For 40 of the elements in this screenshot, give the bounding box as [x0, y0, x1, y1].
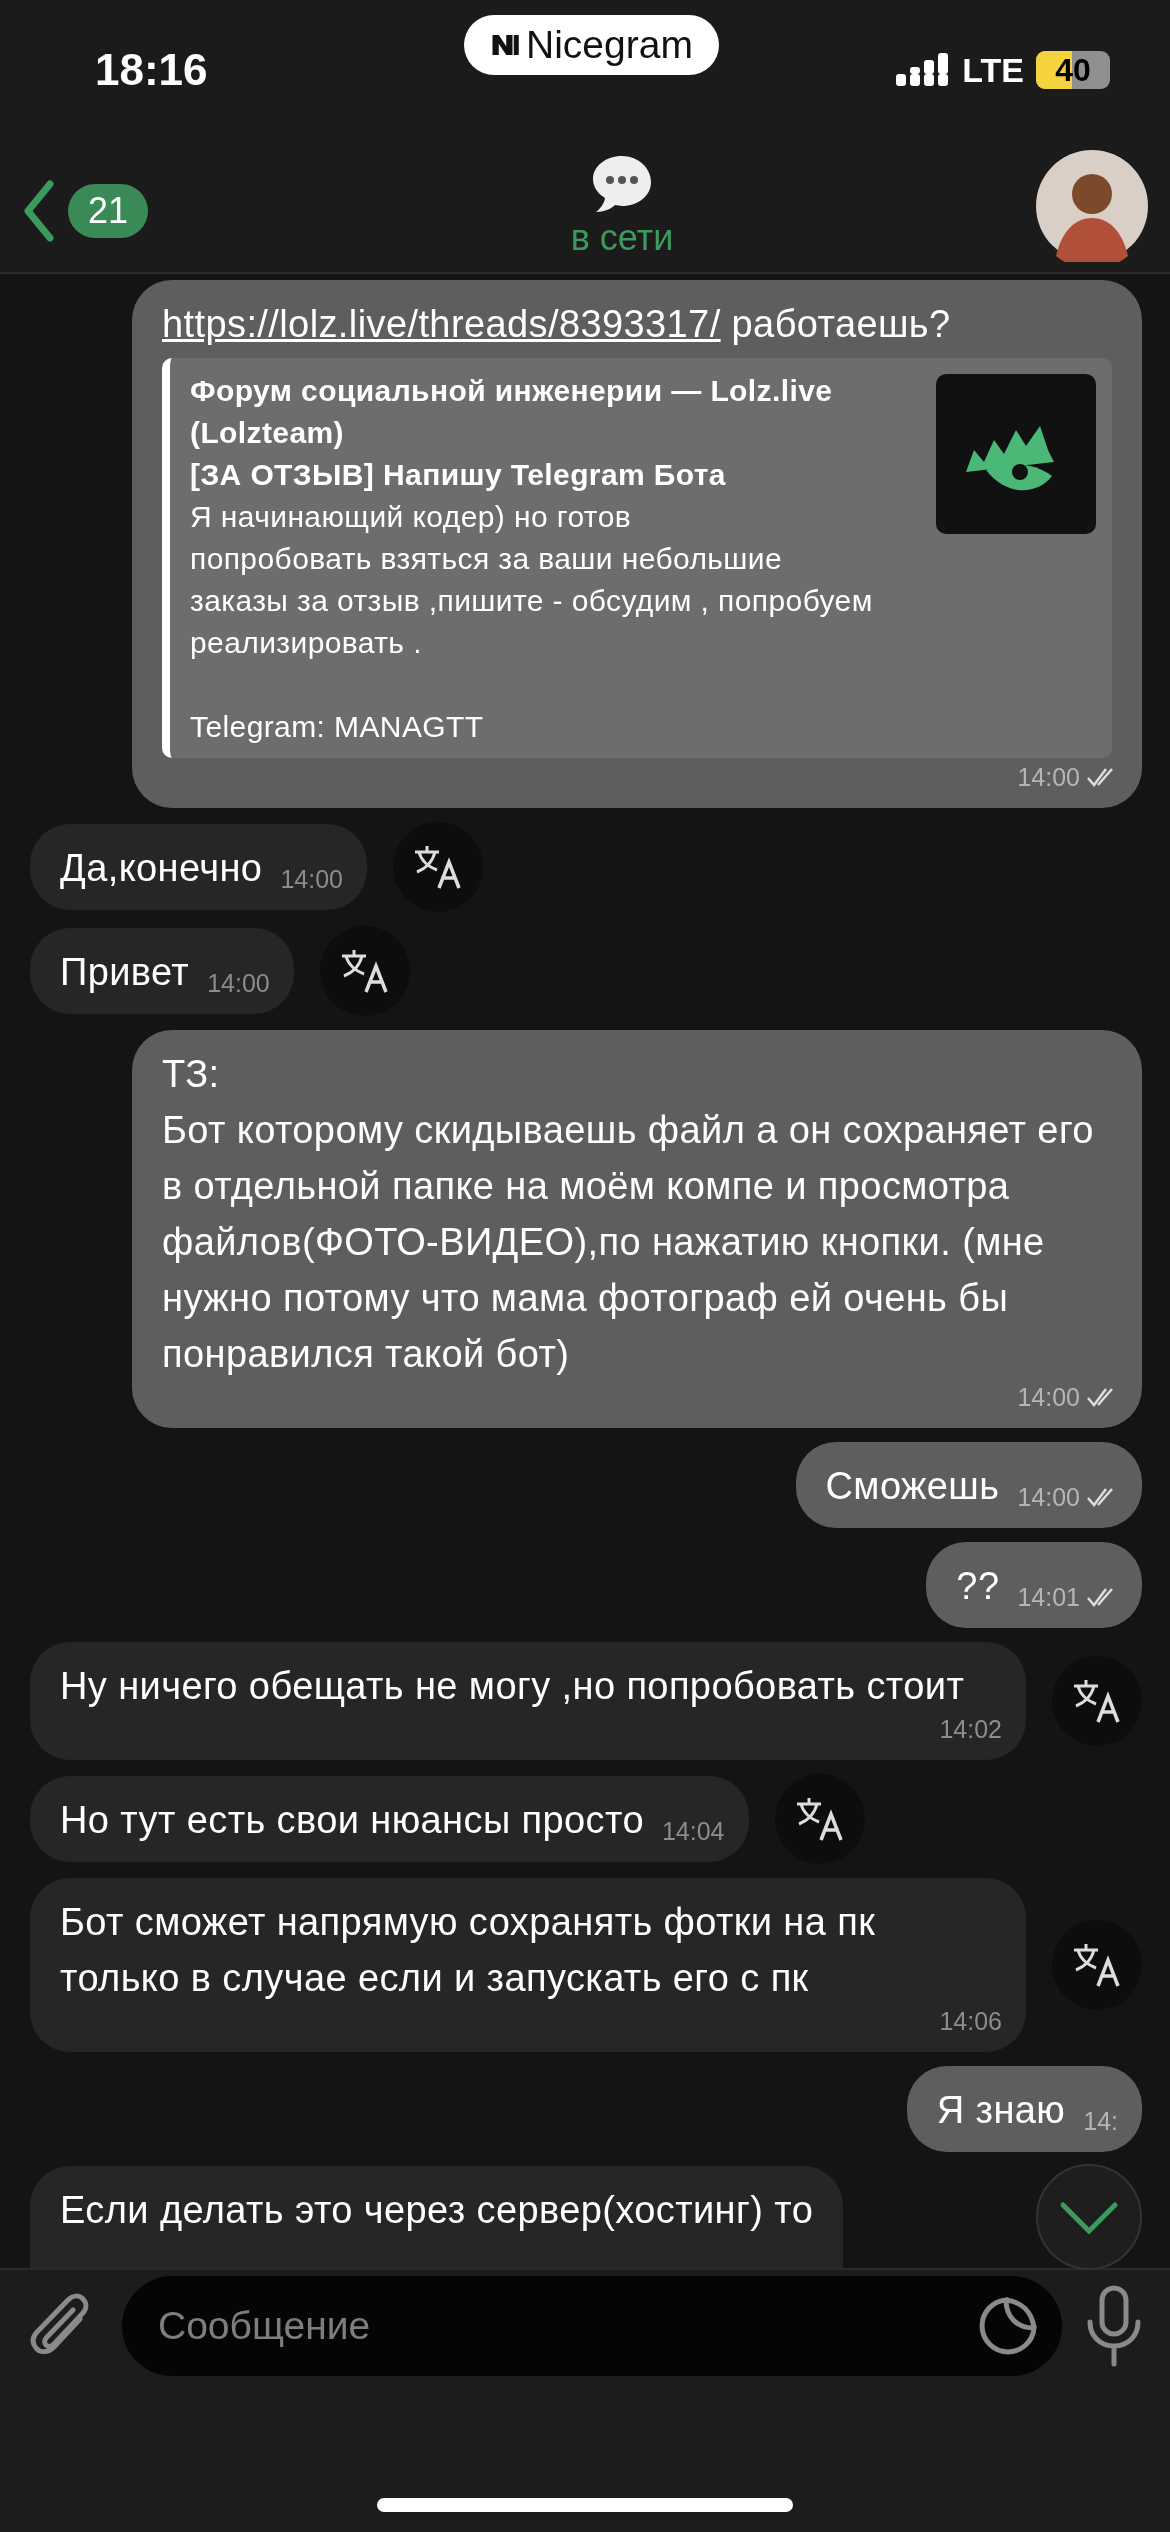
translate-icon: [412, 844, 463, 890]
message-time: 14:: [1083, 2106, 1118, 2136]
translate-icon: [1072, 1678, 1122, 1724]
translate-icon: [794, 1796, 845, 1842]
message-time: 14:00: [280, 864, 343, 894]
message-time: 14:02: [939, 1714, 1002, 1744]
translate-icon: [339, 948, 390, 994]
message-time: 14:00: [1017, 1382, 1080, 1412]
network-label: LTE: [962, 50, 1024, 90]
message-text: Привет: [60, 950, 190, 995]
message-text: Бот сможет напрямую сохранять фотки на пк только в случае если и запускать его с пк: [60, 1900, 877, 2001]
message-text: ТЗ: Бот которому скидываешь файл а он сохраняет его в отдельной папке на моём компе и просмотра файлов(ФОТО-ВИДЕО),по нажатию кнопки. (мне нужно потому что мама фотограф ей очень бы понравился такой бот): [162, 1052, 1095, 1377]
message-text: Ну ничего обещать не могу ,но попробовать стоит: [60, 1664, 965, 1709]
message-time: 14:04: [661, 1816, 725, 1846]
message-time: 14:00: [1017, 762, 1080, 792]
link-preview[interactable]: [162, 358, 1112, 758]
preview-description: Я начинающий кодер) но готов попробовать взяться за ваши небольшие заказы за отзыв ,пишите - обсудим , попробуем реализировать . Telegram: MANAGTT: [190, 499, 874, 745]
preview-site-name: Форум социальной инженерии — Lolz.live (Lolzteam): [190, 373, 834, 451]
link[interactable]: https://lolz.live/threads/8393317/: [162, 303, 721, 345]
message-text: Но тут есть свои нюансы просто: [60, 1798, 644, 1843]
message-text: Я знаю: [936, 2088, 1066, 2133]
message-time: 14:00: [207, 968, 270, 998]
chevron-down-icon: [1059, 2199, 1119, 2235]
translate-icon: [1072, 1942, 1122, 1988]
app-badge: Nicegram: [464, 15, 719, 75]
message-time: 14:01: [1017, 1582, 1080, 1612]
message-time: 14:06: [939, 2006, 1002, 2036]
message-input-field[interactable]: Сообщение: [122, 2276, 1062, 2376]
message-time: 14:00: [1017, 1482, 1080, 1512]
message-text: Сможешь: [825, 1464, 1000, 1509]
message-text: ??: [956, 1564, 1000, 1609]
message-text: Да,конечно: [60, 846, 263, 891]
avatar[interactable]: [1036, 150, 1148, 262]
signal-icon: [896, 52, 951, 88]
status-time: 18:16: [95, 45, 208, 95]
preview-title: [ЗА ОТЗЫВ] Напишу Telegram Бота: [190, 457, 727, 493]
back-chevron-icon: [22, 180, 56, 242]
online-status: в сети: [570, 217, 674, 259]
message-text: https://lolz.live/threads/8393317/ работаешь?: [162, 302, 951, 347]
message-text: Если делать это через сервер(хостинг) то: [60, 2188, 814, 2233]
